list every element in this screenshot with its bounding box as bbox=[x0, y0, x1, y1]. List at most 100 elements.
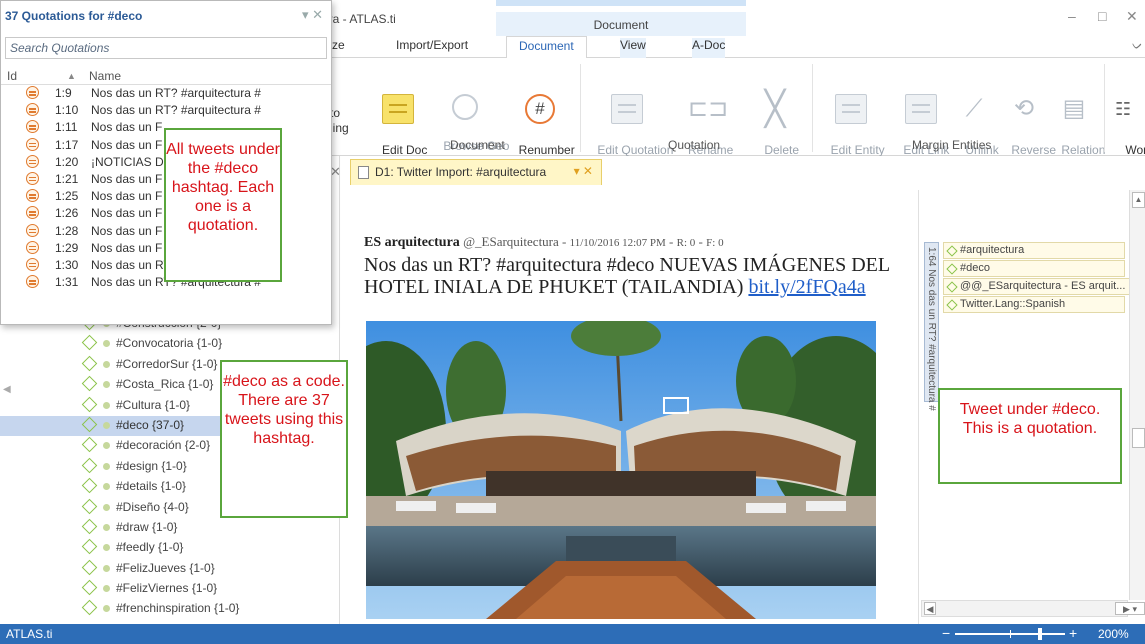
code-color-dot bbox=[103, 544, 110, 552]
tab-import-export[interactable]: Import/Export bbox=[396, 38, 468, 52]
code-icon bbox=[81, 355, 98, 372]
margin-code-deco[interactable]: #deco bbox=[943, 260, 1125, 277]
quotation-id: 1:10 bbox=[55, 103, 79, 118]
quotation-icon bbox=[26, 223, 39, 237]
quotation-icon bbox=[26, 257, 39, 271]
comment-icon bbox=[835, 94, 867, 124]
quotation-name: Nos das un F bbox=[91, 171, 163, 186]
quotation-id: 1:11 bbox=[55, 120, 78, 135]
quotation-icon bbox=[26, 206, 39, 220]
code-icon bbox=[81, 375, 98, 392]
close-button[interactable]: ✕ bbox=[1126, 8, 1138, 25]
quotation-name: Nos das un RT? #arquitectura # bbox=[91, 103, 261, 118]
code-label: #design {1-0} bbox=[116, 458, 187, 473]
search-quotations-input[interactable]: Search Quotations bbox=[5, 37, 327, 59]
scroll-left-icon[interactable]: ◀ bbox=[924, 602, 936, 615]
code-item[interactable]: #draw {1-0} bbox=[0, 518, 340, 538]
code-item[interactable]: #FelizViernes {1-0} bbox=[0, 579, 340, 599]
comment-icon bbox=[382, 94, 414, 124]
quotation-icon bbox=[26, 86, 39, 99]
margin-code-language[interactable]: Twitter.Lang::Spanish bbox=[943, 296, 1125, 313]
quotation-id: 1:9 bbox=[55, 86, 72, 100]
scroll-thumb[interactable] bbox=[1132, 428, 1145, 448]
vertical-scrollbar[interactable]: ▲ bbox=[1129, 190, 1145, 600]
ribbon-group-margin-entities: Margin Entities bbox=[912, 138, 992, 152]
ribbon-partial-label[interactable]: to ling bbox=[330, 106, 349, 136]
code-color-dot bbox=[103, 585, 110, 593]
code-icon bbox=[81, 518, 98, 535]
zoom-tick bbox=[1010, 630, 1011, 638]
document-tab[interactable]: D1: Twitter Import: #arquitectura ▾ ✕ bbox=[350, 159, 602, 185]
code-item[interactable]: #FelizJueves {1-0} bbox=[0, 559, 340, 579]
code-icon bbox=[81, 559, 98, 575]
quotation-icon bbox=[26, 137, 39, 151]
code-label: #deco {37-0} bbox=[116, 417, 185, 432]
zoom-slider-thumb[interactable] bbox=[1038, 628, 1042, 640]
context-tab-strip bbox=[496, 0, 746, 6]
code-color-dot bbox=[103, 401, 110, 409]
quotation-icon bbox=[26, 171, 39, 185]
quotation-icon bbox=[26, 275, 39, 289]
code-item[interactable]: #Convocatoria {1-0} bbox=[0, 334, 340, 354]
code-color-dot bbox=[103, 503, 110, 511]
tweet-text[interactable]: Nos das un RT? #arquitectura #deco NUEVA… bbox=[364, 254, 914, 298]
tab-view[interactable]: View bbox=[620, 38, 646, 59]
maximize-button[interactable]: □ bbox=[1098, 8, 1106, 24]
tweet-link[interactable]: bit.ly/2fFQa4a bbox=[748, 276, 865, 298]
code-icon bbox=[81, 539, 98, 555]
minimize-button[interactable]: – bbox=[1068, 8, 1076, 24]
code-color-dot bbox=[103, 605, 110, 613]
code-label: #Convocatoria {1-0} bbox=[116, 336, 223, 351]
code-color-dot bbox=[103, 360, 110, 368]
tweet-author: ES arquitectura bbox=[364, 235, 460, 250]
word-cloud-icon: ☷ bbox=[1115, 99, 1132, 119]
geo-location-icon bbox=[452, 94, 478, 120]
quotation-id: 1:30 bbox=[55, 257, 79, 272]
quotation-row[interactable]: 1:9 Nos das un RT? #arquitectura # bbox=[1, 85, 331, 102]
hotel-photo[interactable] bbox=[366, 321, 876, 619]
ribbon-separator bbox=[812, 64, 813, 152]
margin-code-arquitectura[interactable]: #arquitectura bbox=[943, 242, 1125, 259]
relation-icon: ▤ bbox=[1062, 95, 1086, 122]
column-id[interactable]: Id bbox=[7, 69, 17, 83]
quotation-name: Nos das un RT? #arquitectura # bbox=[91, 86, 261, 100]
code-icon bbox=[81, 457, 98, 474]
scroll-up-icon[interactable]: ▲ bbox=[1132, 192, 1145, 208]
code-icon bbox=[81, 477, 98, 494]
panel-controls[interactable]: ▾ ✕ bbox=[302, 7, 323, 23]
code-label: #decoración {2-0} bbox=[116, 438, 211, 453]
code-icon bbox=[81, 600, 98, 616]
tab-document[interactable]: Document bbox=[506, 36, 587, 59]
callout-tweet: Tweet under #deco. This is a quotation. bbox=[938, 388, 1122, 484]
quotation-name: Nos das un F bbox=[91, 206, 163, 221]
code-label: #frenchinspiration {1-0} bbox=[116, 601, 240, 616]
ribbon-toggle-icon[interactable]: ᨆ bbox=[1132, 38, 1143, 53]
quotation-icon bbox=[26, 103, 39, 117]
reverse-link-icon: ⟲ bbox=[1013, 95, 1035, 122]
quotation-name: Nos das un F bbox=[91, 240, 163, 255]
zoom-out-button[interactable]: − bbox=[942, 625, 950, 641]
document-viewer: ES arquitectura @_ESarquitectura - 11/10… bbox=[340, 190, 918, 624]
quotation-id: 1:17 bbox=[55, 137, 79, 152]
code-label: #CorredorSur {1-0} bbox=[116, 356, 218, 371]
tab-a-doc[interactable]: A-Doc bbox=[692, 38, 726, 59]
quotation-id: 1:20 bbox=[55, 154, 79, 169]
quotation-row[interactable]: 1:10 Nos das un RT? #arquitectura # bbox=[1, 102, 331, 119]
tab-controls[interactable]: ▾ ✕ bbox=[574, 164, 593, 178]
quotations-table-header: Id ▲ Name bbox=[1, 67, 331, 85]
code-item[interactable]: #frenchinspiration {1-0} bbox=[0, 599, 340, 619]
zoom-in-button[interactable]: + bbox=[1069, 625, 1077, 641]
quotation-id: 1:29 bbox=[55, 240, 79, 255]
column-name[interactable]: Name bbox=[89, 69, 121, 83]
quotation-name: Nos das un F bbox=[91, 223, 163, 238]
sort-ascending-icon[interactable]: ▲ bbox=[67, 71, 76, 81]
code-icon bbox=[81, 396, 98, 412]
code-item[interactable]: #feedly {1-0} bbox=[0, 538, 340, 558]
window-title: ura - ATLAS.ti bbox=[322, 12, 396, 26]
scroll-right-icon[interactable]: ▶ ▾ bbox=[1115, 602, 1145, 615]
horizontal-scrollbar[interactable]: ◀ ▶ ▾ bbox=[921, 600, 1145, 617]
quotation-icon bbox=[26, 240, 39, 254]
quotation-margin-bar[interactable]: 1:64 Nos das un RT? #arquitectura # bbox=[924, 242, 939, 411]
margin-code-author[interactable]: @@_ESarquitectura - ES arquit... bbox=[943, 278, 1145, 295]
code-label: #Costa_Rica {1-0} bbox=[116, 377, 214, 392]
